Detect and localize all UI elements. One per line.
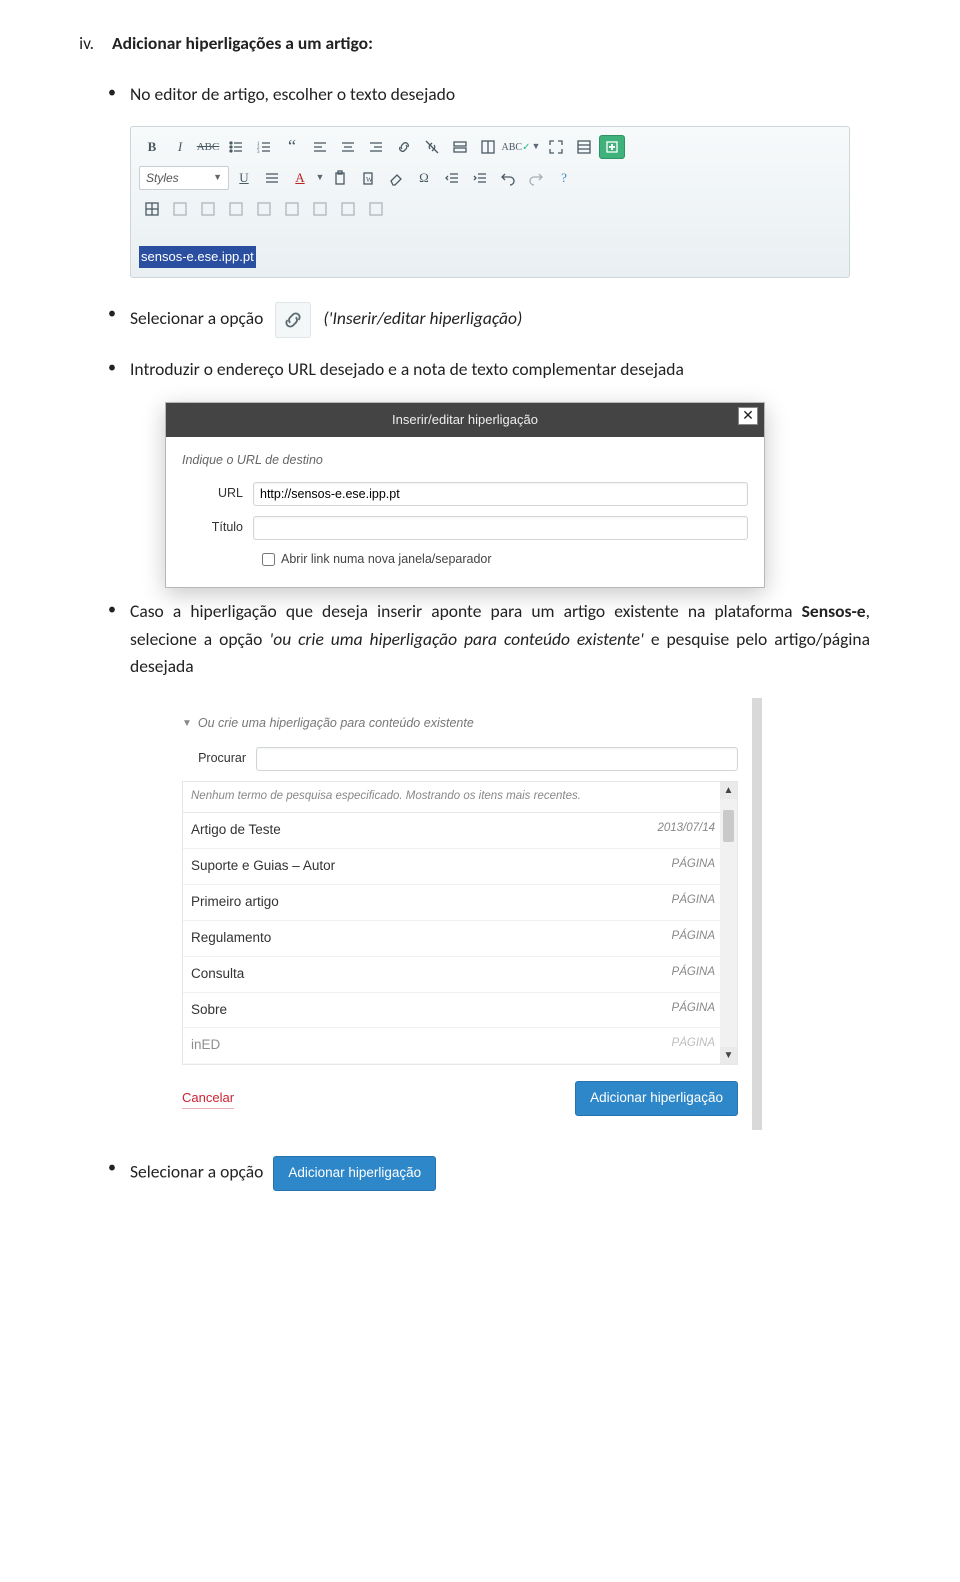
url-input[interactable] — [253, 482, 748, 506]
list-item[interactable]: Consulta PÁGINA — [183, 957, 737, 993]
results-list: Nenhum termo de pesquisa especificado. M… — [182, 781, 738, 1065]
table-2-icon[interactable] — [167, 197, 193, 221]
section-number: iv. — [60, 30, 94, 57]
table-8-icon[interactable] — [335, 197, 361, 221]
undo-icon[interactable] — [495, 166, 521, 190]
scroll-down-icon[interactable]: ▼ — [720, 1047, 737, 1064]
title-input[interactable] — [253, 516, 748, 540]
bold-icon[interactable]: B — [139, 135, 165, 159]
link-dialog: Inserir/editar hiperligação ✕ Indique o … — [165, 402, 765, 589]
chevron-down-icon: ▼ — [182, 716, 192, 732]
table-merge-icon[interactable] — [475, 135, 501, 159]
text-color-icon[interactable]: A — [287, 166, 313, 190]
list-item[interactable]: Primeiro artigo PÁGINA — [183, 885, 737, 921]
editor-toolbar: B I ABC 123 “ ABC✓ ▼ Styles ▼ U A ▼ W Ω — [130, 126, 850, 278]
numbered-list-icon[interactable]: 123 — [251, 135, 277, 159]
styles-dropdown[interactable]: Styles ▼ — [139, 166, 229, 190]
section-title: Adicionar hiperligações a um artigo: — [112, 30, 373, 57]
table-6-icon[interactable] — [279, 197, 305, 221]
close-icon[interactable]: ✕ — [738, 407, 758, 425]
bullet-select-option: Selecionar a opção ('Inserir/editar hipe… — [130, 302, 870, 338]
add-link-button-inline[interactable]: Adicionar hiperligação — [273, 1156, 436, 1191]
redo-icon[interactable] — [523, 166, 549, 190]
list-item[interactable]: inED PÁGINA — [183, 1028, 737, 1064]
search-label: Procurar — [182, 749, 246, 768]
help-icon[interactable]: ? — [551, 166, 577, 190]
indent-icon[interactable] — [467, 166, 493, 190]
new-window-row: Abrir link numa nova janela/separador — [262, 550, 748, 569]
align-left-icon[interactable] — [307, 135, 333, 159]
fullscreen-icon[interactable] — [543, 135, 569, 159]
url-row: URL — [182, 482, 748, 506]
bullet-choose-text: No editor de artigo, escolher o texto de… — [130, 81, 870, 108]
editor-selected-text[interactable]: sensos-e.ese.ipp.pt — [139, 246, 256, 268]
more-icon[interactable] — [571, 135, 597, 159]
url-label: URL — [182, 484, 243, 503]
styles-label: Styles — [146, 169, 179, 188]
toolbar-row-3 — [139, 195, 841, 223]
new-window-checkbox[interactable] — [262, 553, 275, 566]
bullet-enter-url: Introduzir o endereço URL desejado e a n… — [130, 356, 870, 383]
table-4-icon[interactable] — [223, 197, 249, 221]
existing-content-panel: ▼ Ou crie uma hiperligação para conteúdo… — [168, 698, 762, 1131]
unlink-icon[interactable] — [419, 135, 445, 159]
svg-text:W: W — [366, 176, 373, 184]
dialog-title: Inserir/editar hiperligação — [392, 410, 538, 430]
chevron-down-icon[interactable]: ▼ — [315, 171, 325, 185]
outdent-icon[interactable] — [439, 166, 465, 190]
section-header: iv. Adicionar hiperligações a um artigo: — [60, 30, 870, 57]
chevron-down-icon[interactable]: ▼ — [531, 140, 541, 154]
spellcheck-icon[interactable]: ABC✓ — [503, 135, 529, 159]
table-7-icon[interactable] — [307, 197, 333, 221]
underline-icon[interactable]: U — [231, 166, 257, 190]
scrollbar[interactable]: ▲ ▼ — [720, 782, 737, 1064]
bullet-select-final: Selecionar a opção Adicionar hiperligaçã… — [130, 1156, 870, 1191]
eraser-icon[interactable] — [383, 166, 409, 190]
omega-icon[interactable]: Ω — [411, 166, 437, 190]
table-9-icon[interactable] — [363, 197, 389, 221]
dialog-title-bar: Inserir/editar hiperligação ✕ — [166, 403, 764, 437]
blockquote-icon[interactable]: “ — [279, 135, 305, 159]
add-link-button[interactable]: Adicionar hiperligação — [575, 1081, 738, 1116]
chevron-down-icon: ▼ — [213, 171, 222, 185]
link-icon[interactable] — [275, 302, 311, 338]
insert-special-icon[interactable] — [599, 135, 625, 159]
align-center-icon[interactable] — [335, 135, 361, 159]
italic-icon[interactable]: I — [167, 135, 193, 159]
svg-text:3: 3 — [257, 150, 260, 155]
results-header: Nenhum termo de pesquisa especificado. M… — [183, 782, 737, 813]
list-item[interactable]: Sobre PÁGINA — [183, 993, 737, 1029]
paste-icon[interactable] — [327, 166, 353, 190]
list-item[interactable]: Artigo de Teste 2013/07/14 — [183, 813, 737, 849]
align-right-icon[interactable] — [363, 135, 389, 159]
table-3-icon[interactable] — [195, 197, 221, 221]
toolbar-row-1: B I ABC 123 “ ABC✓ ▼ — [139, 133, 841, 161]
scroll-up-icon[interactable]: ▲ — [720, 782, 737, 799]
list-item[interactable]: Regulamento PÁGINA — [183, 921, 737, 957]
align-justify-icon[interactable] — [259, 166, 285, 190]
bulleted-list-icon[interactable] — [223, 135, 249, 159]
cancel-button[interactable]: Cancelar — [182, 1088, 234, 1109]
title-row: Título — [182, 516, 748, 540]
table-icon[interactable] — [139, 197, 165, 221]
search-input[interactable] — [256, 747, 738, 771]
strike-icon[interactable]: ABC — [195, 135, 221, 159]
title-label: Título — [182, 518, 243, 537]
link-icon[interactable] — [391, 135, 417, 159]
table-5-icon[interactable] — [251, 197, 277, 221]
scroll-thumb[interactable] — [723, 810, 734, 842]
dialog-hint: Indique o URL de destino — [182, 451, 748, 470]
existing-content-header[interactable]: ▼ Ou crie uma hiperligação para conteúdo… — [168, 712, 752, 743]
new-window-label: Abrir link numa nova janela/separador — [281, 550, 492, 569]
bullet-existing-content: Caso a hiperligação que deseja inserir a… — [130, 598, 870, 679]
paste-word-icon[interactable]: W — [355, 166, 381, 190]
list-item[interactable]: Suporte e Guias – Autor PÁGINA — [183, 849, 737, 885]
toolbar-row-2: Styles ▼ U A ▼ W Ω ? — [139, 164, 841, 192]
table-split-icon[interactable] — [447, 135, 473, 159]
